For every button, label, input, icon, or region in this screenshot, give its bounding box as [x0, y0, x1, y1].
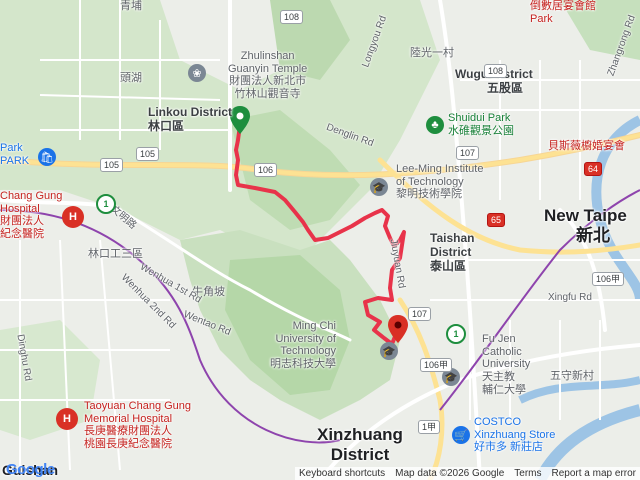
report-error-link[interactable]: Report a map error: [552, 468, 636, 479]
route-shield-106: 106: [254, 163, 278, 177]
freeway-shield-1: 1: [96, 194, 116, 214]
route-shield-107b: 107: [408, 307, 432, 321]
label-linkou-industrial: 林口工三區: [88, 248, 143, 260]
label-zhulinshan-temple[interactable]: Zhulinshan Guanyin Temple 財團法人新北市 竹林山觀音寺: [228, 50, 307, 101]
label-top-left: 青埔: [120, 0, 142, 12]
route-shield-105: 105: [100, 158, 124, 172]
school-icon[interactable]: 🎓: [370, 178, 388, 196]
start-marker-icon[interactable]: [230, 106, 250, 134]
google-logo: Google: [6, 461, 55, 478]
label-ming-chi[interactable]: Ming Chi University of Technology 明志科技大學: [270, 320, 336, 371]
route-shield-1a: 1甲: [418, 420, 441, 434]
label-xinzhuang: Xinzhuang District: [317, 425, 403, 464]
label-new-taipei: New Taipe 新北: [544, 206, 627, 245]
route-shield-105b: 105: [136, 147, 160, 161]
terms-link[interactable]: Terms: [514, 468, 541, 479]
shopping-icon[interactable]: 🛒: [452, 426, 470, 444]
label-luguang: 陸光一村: [410, 47, 454, 59]
label-fu-jen[interactable]: Fu Jen Catholic University 天主教 輔仁大學: [482, 333, 530, 396]
label-shuidui-park[interactable]: Shuidui Park 水碓觀景公園: [448, 112, 514, 137]
route-shield-106a-b: 106甲: [592, 272, 625, 286]
university-icon[interactable]: 🎓: [380, 342, 398, 360]
route-shield-64: 64: [584, 162, 603, 176]
label-taishan: Taishan District 泰山區: [430, 231, 475, 273]
keyboard-shortcuts-link[interactable]: Keyboard shortcuts: [299, 468, 385, 479]
label-top-right[interactable]: 倒數居宴會館 Park: [530, 0, 596, 25]
attribution-bar: Keyboard shortcuts Map data ©2026 Google…: [294, 467, 640, 480]
parking-icon[interactable]: 🛍: [38, 148, 56, 166]
park-icon[interactable]: ♣: [426, 116, 444, 134]
label-toulu: 頭湖: [120, 72, 142, 84]
map-data-text: Map data ©2026 Google: [395, 468, 505, 479]
route-shield-108b: 108: [484, 64, 508, 78]
map-canvas[interactable]: Linkou District 林口區 Wugu District 五股區 Tais…: [0, 0, 640, 480]
route-shield-107: 107: [456, 146, 480, 160]
hospital-icon[interactable]: H: [62, 206, 84, 228]
label-chang-gung[interactable]: Taoyuan Chang Gung Memorial Hospital 長庚醫療財…: [84, 400, 191, 451]
hospital-icon-2[interactable]: H: [56, 408, 78, 430]
label-wushou: 五守新村: [550, 370, 594, 382]
freeway-shield-1b: 1: [446, 324, 466, 344]
label-beisi[interactable]: 貝斯薇櫥婚宴會: [548, 140, 625, 153]
label-chang-gung-top[interactable]: Chang Gung Hospital 財團法人 紀念醫院: [0, 190, 62, 241]
road-label-xingfu: Xingfu Rd: [548, 292, 592, 303]
label-park[interactable]: Park PARK: [0, 142, 29, 167]
route-shield-65: 65: [487, 213, 506, 227]
route-shield-106a: 106甲: [420, 358, 453, 372]
label-costco[interactable]: COSTCO Xinzhuang Store 好市多 新莊店: [474, 416, 555, 454]
route-shield-108: 108: [280, 10, 304, 24]
end-marker-icon[interactable]: [388, 315, 408, 343]
label-lee-ming[interactable]: Lee-Ming Institute of Technology 黎明技術學院: [396, 163, 483, 201]
temple-icon[interactable]: ❀: [188, 64, 206, 82]
label-linkou: Linkou District 林口區: [148, 105, 233, 133]
